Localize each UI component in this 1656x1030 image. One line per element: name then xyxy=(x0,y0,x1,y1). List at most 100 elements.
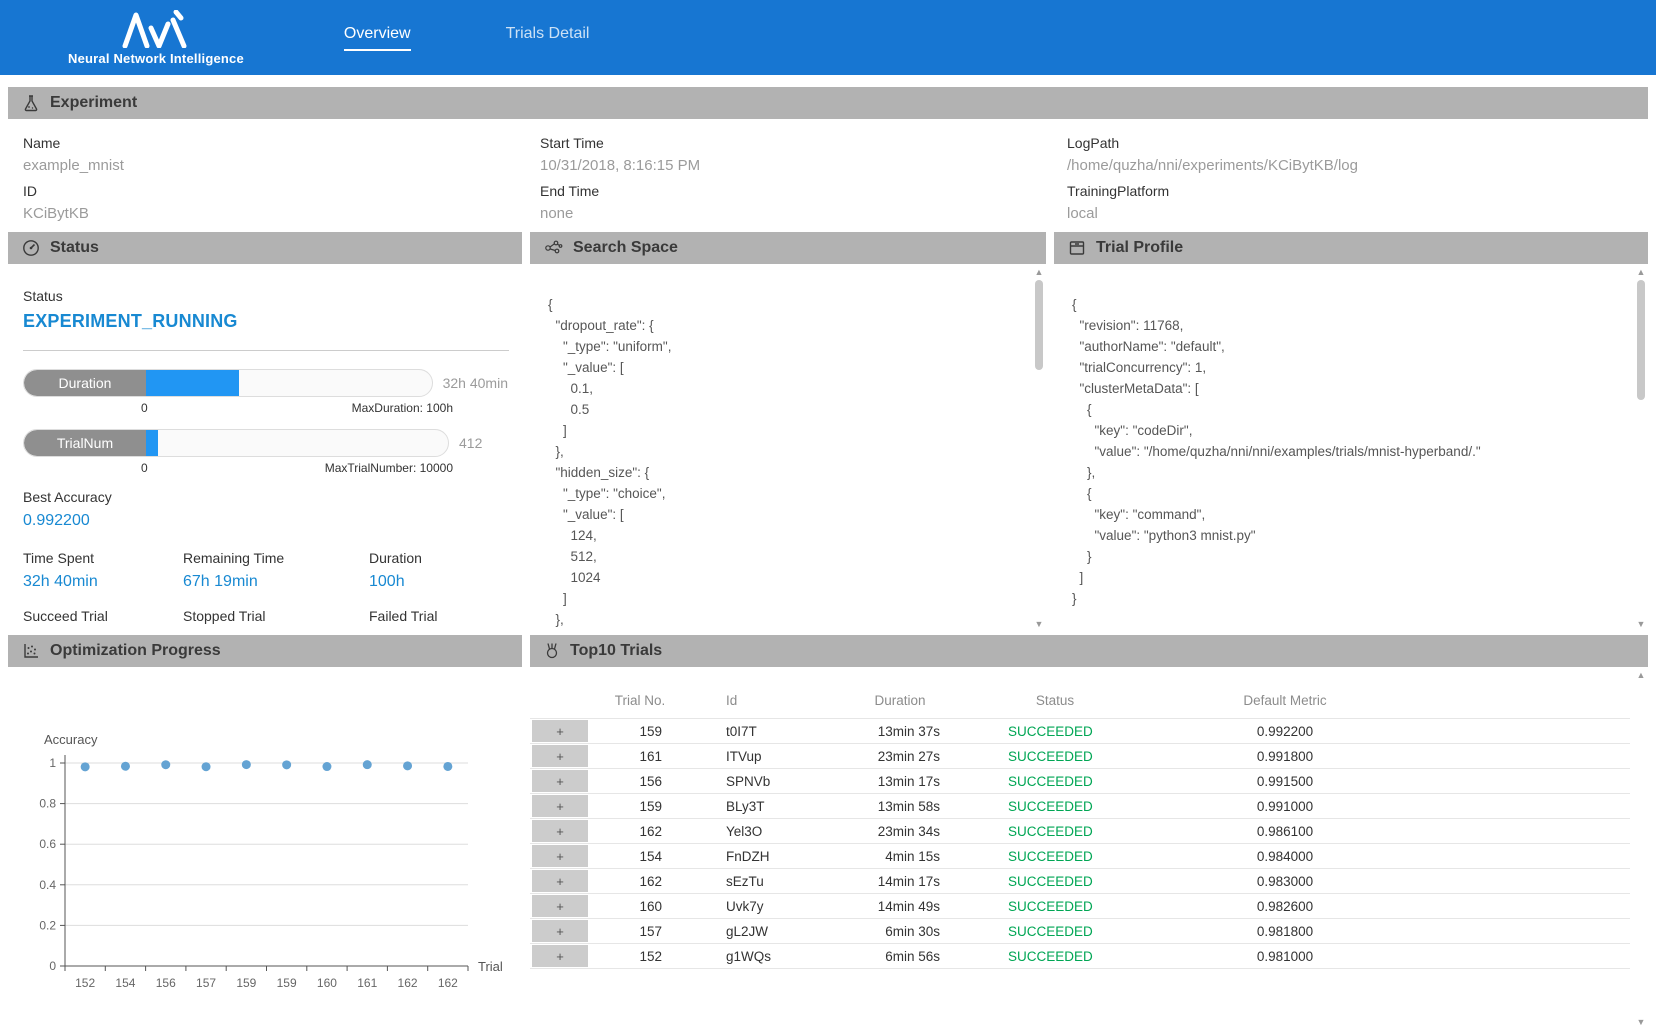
expand-row-button[interactable]: + xyxy=(532,795,588,817)
scatter-point[interactable] xyxy=(363,760,372,769)
table-header-row: Trial No. Id Duration Status Default Met… xyxy=(530,689,1630,719)
table-row: +162Yel3O23min 34sSUCCEEDED0.986100 xyxy=(530,819,1630,844)
no-cell: 157 xyxy=(590,919,690,944)
gauge-icon xyxy=(22,239,40,257)
best-accuracy-block: Best Accuracy 0.992200 xyxy=(23,489,508,530)
scatter-point[interactable] xyxy=(81,762,90,771)
optimization-progress-title: Optimization Progress xyxy=(50,642,221,660)
scatter-point[interactable] xyxy=(403,761,412,770)
y-tick-label: 0.4 xyxy=(39,878,56,892)
expand-row-button[interactable]: + xyxy=(532,720,588,742)
top10-scrollbar: ▲ ▼ xyxy=(1634,667,1648,1030)
experiment-col-3: LogPath /home/quzha/nni/experiments/KCiB… xyxy=(1067,135,1648,231)
scatter-point[interactable] xyxy=(242,760,251,769)
no-cell: 161 xyxy=(590,744,690,769)
table-row: +159BLy3T13min 58sSUCCEEDED0.991000 xyxy=(530,794,1630,819)
stat-stopped-trial: Stopped Trial 0 xyxy=(183,608,369,632)
expand-row-button[interactable]: + xyxy=(532,845,588,867)
status-cell: SUCCEEDED xyxy=(980,944,1130,969)
col-id: Id xyxy=(690,689,820,719)
expand-row-button[interactable]: + xyxy=(532,770,588,792)
best-accuracy-value: 0.992200 xyxy=(23,512,508,530)
status-panel: Status Status EXPERIMENT_RUNNING Duratio… xyxy=(8,232,522,632)
top10-trials-body: Trial No. Id Duration Status Default Met… xyxy=(530,667,1648,1030)
search-space-body: { "dropout_rate": { "_type": "uniform", … xyxy=(530,264,1046,632)
trialnum-bar-scale: 0 MaxTrialNumber: 10000 xyxy=(141,461,453,475)
trial-profile-json: { "revision": 11768, "authorName": "defa… xyxy=(1054,264,1648,609)
expand-row-button[interactable]: + xyxy=(532,945,588,967)
tab-trials-detail[interactable]: Trials Detail xyxy=(506,25,590,51)
x-tick-label: 162 xyxy=(438,976,458,990)
divider xyxy=(23,350,509,351)
expand-row-button[interactable]: + xyxy=(532,820,588,842)
top10-table: Trial No. Id Duration Status Default Met… xyxy=(530,689,1630,969)
expand-row-button[interactable]: + xyxy=(532,870,588,892)
trial-profile-scrollbar: ▲ ▼ xyxy=(1634,264,1648,632)
scroll-down-icon[interactable]: ▼ xyxy=(1634,1016,1648,1028)
status-panel-header: Status xyxy=(8,232,522,264)
optimization-scatter-chart[interactable]: Accuracy00.20.40.60.81152154156157159159… xyxy=(16,675,522,1005)
search-space-json: { "dropout_rate": { "_type": "uniform", … xyxy=(530,264,1046,632)
x-tick-label: 156 xyxy=(156,976,176,990)
experiment-col-2: Start Time 10/31/2018, 8:16:15 PM End Ti… xyxy=(540,135,1067,231)
tab-overview[interactable]: Overview xyxy=(344,25,411,51)
dur-cell: 23min 27s xyxy=(820,744,980,769)
col-status: Status xyxy=(980,689,1130,719)
id-cell: SPNVb xyxy=(690,769,820,794)
name-value: example_mnist xyxy=(23,157,540,174)
scroll-up-icon[interactable]: ▲ xyxy=(1634,669,1648,681)
scroll-down-icon[interactable]: ▼ xyxy=(1634,618,1648,630)
scrollbar-thumb[interactable] xyxy=(1035,280,1043,370)
trialnum-bar-fill xyxy=(146,430,158,456)
x-tick-label: 159 xyxy=(277,976,297,990)
metric-cell: 0.981800 xyxy=(1130,919,1440,944)
status-cell: SUCCEEDED xyxy=(980,919,1130,944)
name-label: Name xyxy=(23,135,540,151)
scatter-point[interactable] xyxy=(121,762,130,771)
scroll-up-icon[interactable]: ▲ xyxy=(1032,266,1046,278)
status-label: Status xyxy=(23,288,508,304)
stat-time-spent: Time Spent 32h 40min xyxy=(23,550,183,591)
trialnum-bar-value: 412 xyxy=(459,435,482,451)
y-tick-label: 0.6 xyxy=(39,837,56,851)
id-label: ID xyxy=(23,183,540,199)
expand-row-button[interactable]: + xyxy=(532,895,588,917)
scroll-up-icon[interactable]: ▲ xyxy=(1634,266,1648,278)
table-row: +160Uvk7y14min 49sSUCCEEDED0.982600 xyxy=(530,894,1630,919)
table-row: +157gL2JW6min 30sSUCCEEDED0.981800 xyxy=(530,919,1630,944)
scatter-point[interactable] xyxy=(202,762,211,771)
expand-row-button[interactable]: + xyxy=(532,745,588,767)
id-value: KCiBytKB xyxy=(23,205,540,222)
status-cell: SUCCEEDED xyxy=(980,794,1130,819)
logpath-value: /home/quzha/nni/experiments/KCiBytKB/log xyxy=(1067,157,1648,174)
scrollbar-thumb[interactable] xyxy=(1637,280,1645,400)
scatter-point[interactable] xyxy=(322,762,331,771)
dur-cell: 13min 17s xyxy=(820,769,980,794)
optimization-progress-header: Optimization Progress xyxy=(8,635,522,667)
scatter-point[interactable] xyxy=(161,760,170,769)
scroll-down-icon[interactable]: ▼ xyxy=(1032,618,1046,630)
col-trial-no: Trial No. xyxy=(590,689,690,719)
expand-row-button[interactable]: + xyxy=(532,920,588,942)
max-duration-label: MaxDuration: 100h xyxy=(352,401,453,415)
status-cell: SUCCEEDED xyxy=(980,769,1130,794)
y-tick-label: 0.2 xyxy=(39,918,56,932)
status-cell: SUCCEEDED xyxy=(980,869,1130,894)
metric-cell: 0.983000 xyxy=(1130,869,1440,894)
metric-cell: 0.984000 xyxy=(1130,844,1440,869)
id-cell: FnDZH xyxy=(690,844,820,869)
dur-cell: 6min 56s xyxy=(820,944,980,969)
scatter-point[interactable] xyxy=(282,760,291,769)
optimization-progress-panel: Optimization Progress Accuracy00.20.40.6… xyxy=(8,635,522,1030)
end-time-value: none xyxy=(540,205,1067,222)
status-value: EXPERIMENT_RUNNING xyxy=(23,311,508,332)
scatter-point[interactable] xyxy=(443,762,452,771)
dur-cell: 14min 49s xyxy=(820,894,980,919)
metric-cell: 0.981000 xyxy=(1130,944,1440,969)
archive-box-icon xyxy=(1068,239,1086,257)
stat-duration: Duration 100h xyxy=(369,550,508,591)
no-cell: 154 xyxy=(590,844,690,869)
nav-tabs: Overview Trials Detail xyxy=(344,25,590,51)
id-cell: ITVup xyxy=(690,744,820,769)
x-tick-label: 162 xyxy=(398,976,418,990)
